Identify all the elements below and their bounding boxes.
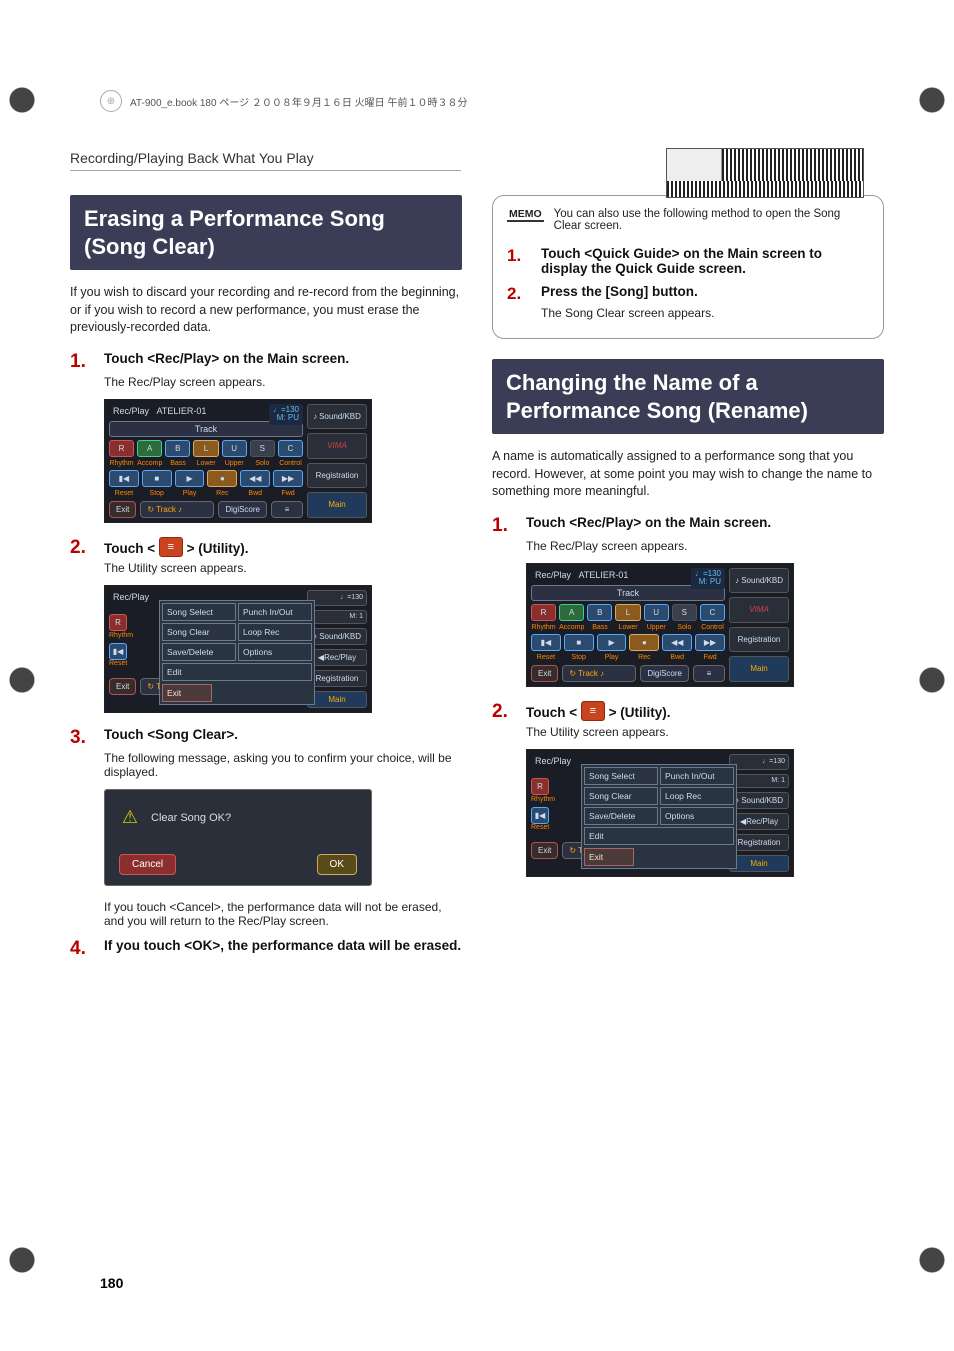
recplay-screenshot-2: ♪ Sound/KBD VIMA Registration Main Rec/P… bbox=[526, 563, 794, 687]
confirm-dialog: ⚠ Clear Song OK? Cancel OK bbox=[104, 789, 372, 886]
memo-box: MEMO You can also use the following meth… bbox=[492, 195, 884, 339]
breadcrumb: Recording/Playing Back What You Play bbox=[70, 150, 461, 171]
rec-btn: ● bbox=[207, 470, 237, 487]
r-step-2: 2. Touch < > (Utility). bbox=[492, 701, 884, 723]
section-heading-song-clear: Erasing a Performance Song (Song Clear) bbox=[70, 195, 462, 270]
side-registration: Registration bbox=[307, 463, 367, 489]
step-3: 3. Touch <Song Clear>. bbox=[70, 727, 462, 749]
track-btn: ↻ Track ♪ bbox=[140, 501, 214, 518]
digiscore-btn: DigiScore bbox=[218, 501, 267, 518]
stop-btn: ■ bbox=[142, 470, 172, 487]
utility-icon bbox=[581, 701, 605, 721]
memo-text: You can also use the following method to… bbox=[554, 208, 869, 232]
left-column: Erasing a Performance Song (Song Clear) … bbox=[70, 195, 462, 962]
cancel-button: Cancel bbox=[119, 854, 176, 875]
book-header-text: AT-900_e.book 180 ページ ２００８年９月１６日 火曜日 午前１… bbox=[130, 94, 467, 109]
fwd-btn: ▶▶ bbox=[273, 470, 303, 487]
reset-btn: ▮◀ bbox=[109, 470, 139, 487]
utility-menu-2: Song SelectPunch In/Out Song ClearLoop R… bbox=[581, 764, 737, 869]
recplay-screenshot: ♪Sound/KBD VIMA Registration Main Rec/Pl… bbox=[104, 399, 372, 523]
step-number: 1. bbox=[70, 351, 94, 373]
book-header: ⊕ AT-900_e.book 180 ページ ２００８年９月１６日 火曜日 午… bbox=[100, 90, 854, 112]
ok-button: OK bbox=[317, 854, 357, 875]
song-clear-intro: If you wish to discard your recording an… bbox=[70, 284, 462, 337]
step-title: Touch <Rec/Play> on the Main screen. bbox=[104, 351, 349, 373]
exit-btn: Exit bbox=[109, 501, 136, 518]
step-2: 2. Touch < > (Utility). bbox=[70, 537, 462, 559]
rename-intro: A name is automatically assigned to a pe… bbox=[492, 448, 884, 501]
step-1-sub: The Rec/Play screen appears. bbox=[104, 375, 462, 389]
play-btn: ▶ bbox=[175, 470, 205, 487]
memo-tag: MEMO bbox=[507, 208, 544, 222]
globe-icon: ⊕ bbox=[100, 90, 122, 112]
step-title: Touch < > (Utility). bbox=[104, 537, 249, 559]
dialog-text: Clear Song OK? bbox=[151, 812, 231, 824]
utility-icon bbox=[159, 537, 183, 557]
utility-menu: Song SelectPunch In/Out Song ClearLoop R… bbox=[159, 600, 315, 705]
warning-icon: ⚠ bbox=[119, 808, 141, 828]
r-step-1: 1. Touch <Rec/Play> on the Main screen. bbox=[492, 515, 884, 537]
bwd-btn: ◀◀ bbox=[240, 470, 270, 487]
utility-screenshot: ♩=130 M: 1 ♪ Sound/KBD ◀ Rec/Play Regist… bbox=[104, 585, 372, 713]
step-2-sub: The Utility screen appears. bbox=[104, 561, 462, 575]
side-vima: VIMA bbox=[307, 433, 367, 459]
side-soundkbd: ♪Sound/KBD bbox=[307, 404, 367, 430]
step-number: 2. bbox=[70, 537, 94, 559]
step-1: 1. Touch <Rec/Play> on the Main screen. bbox=[70, 351, 462, 373]
section-heading-rename: Changing the Name of a Performance Song … bbox=[492, 359, 884, 434]
product-thumb bbox=[666, 148, 864, 198]
cancel-note: If you touch <Cancel>, the performance d… bbox=[104, 900, 462, 928]
utility-screenshot-2: ♩=130 M: 1 ♪ Sound/KBD ◀ Rec/Play Regist… bbox=[526, 749, 794, 877]
page-number: 180 bbox=[100, 1275, 123, 1291]
right-column: MEMO You can also use the following meth… bbox=[492, 195, 884, 962]
step-4: 4. If you touch <OK>, the performance da… bbox=[70, 938, 462, 960]
side-main: Main bbox=[307, 492, 367, 518]
util-btn: ≡ bbox=[271, 501, 303, 518]
